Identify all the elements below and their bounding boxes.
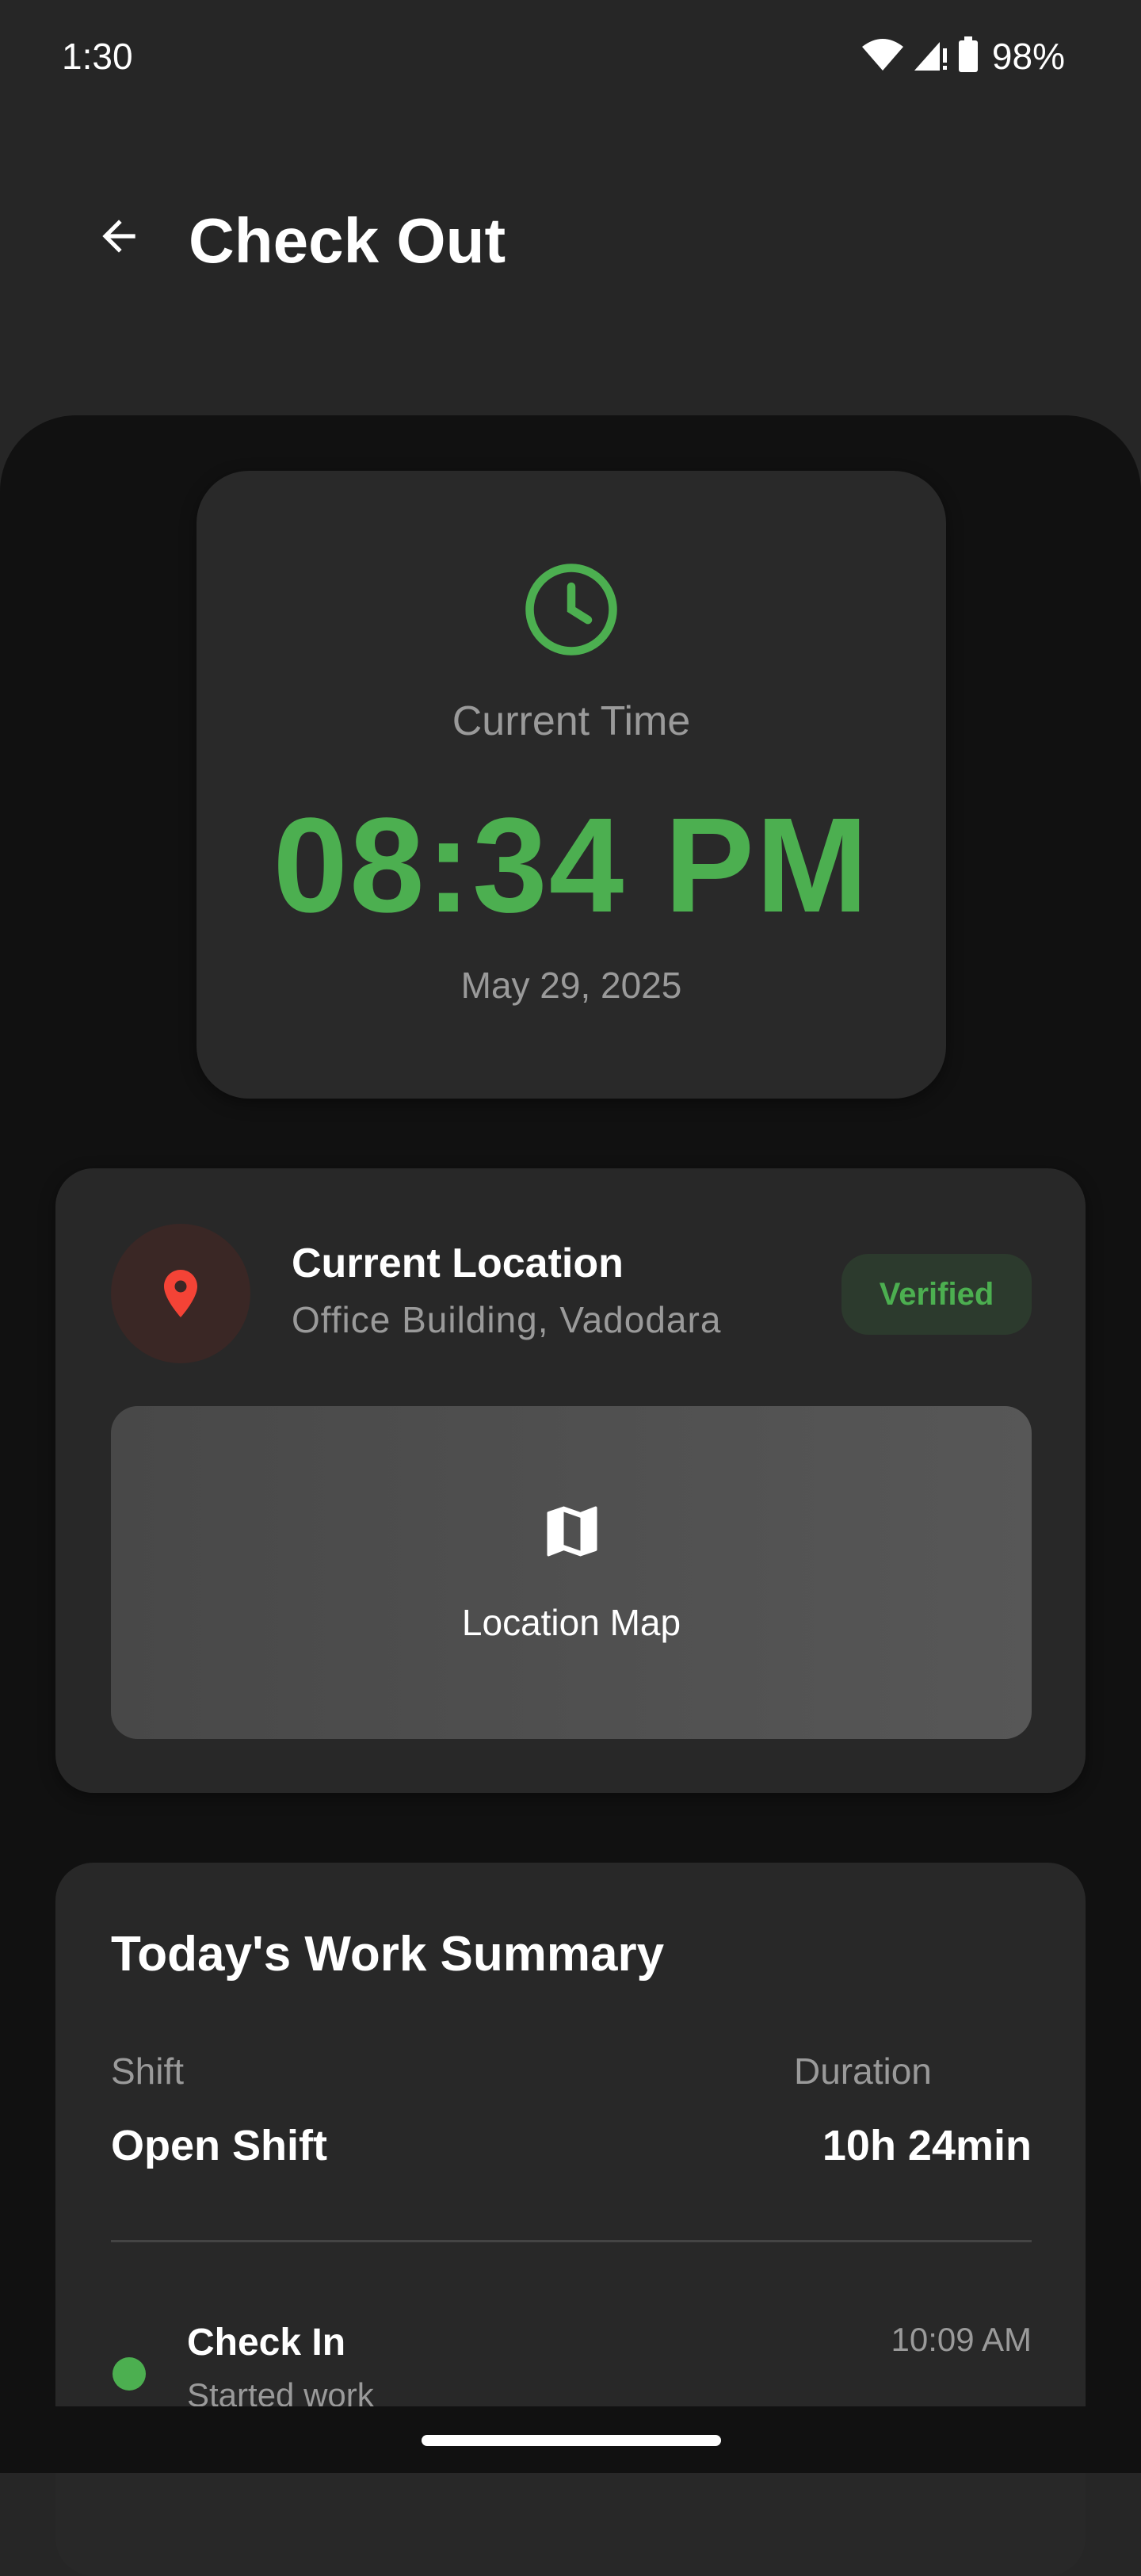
location-card: Current Location Office Building, Vadoda… bbox=[55, 1168, 1086, 1793]
current-date: May 29, 2025 bbox=[460, 965, 682, 1006]
page-title: Check Out bbox=[189, 205, 506, 276]
current-time-card: Current Time 08:34 PM May 29, 2025 bbox=[197, 471, 946, 1099]
location-icon-badge bbox=[111, 1224, 250, 1363]
battery-percent: 98% bbox=[991, 36, 1065, 77]
shift-label: Shift bbox=[111, 2050, 185, 2092]
system-nav-bar bbox=[0, 2406, 1141, 2473]
back-button[interactable] bbox=[87, 204, 151, 268]
app-bar: Check Out bbox=[0, 166, 1141, 309]
status-time: 1:30 bbox=[62, 36, 133, 77]
location-pin-icon bbox=[164, 1270, 197, 1317]
signal-icon bbox=[913, 37, 949, 76]
current-time-value: 08:34 PM bbox=[273, 790, 870, 941]
timeline-dot bbox=[113, 2357, 146, 2391]
location-title: Current Location bbox=[292, 1240, 624, 1286]
duration-label: Duration bbox=[794, 2050, 932, 2092]
status-icons: 98% bbox=[861, 35, 1065, 78]
map-label: Location Map bbox=[461, 1602, 681, 1643]
map-icon bbox=[547, 1506, 597, 1557]
timeline-item-title: Check In bbox=[187, 2322, 346, 2364]
summary-title: Today's Work Summary bbox=[111, 1927, 665, 1982]
home-indicator[interactable] bbox=[422, 2435, 721, 2446]
clock-icon bbox=[525, 564, 617, 655]
current-time-label: Current Time bbox=[452, 698, 691, 744]
battery-icon bbox=[957, 36, 979, 77]
location-address: Office Building, Vadodara bbox=[292, 1299, 722, 1340]
location-map[interactable]: Location Map bbox=[111, 1406, 1032, 1739]
divider bbox=[111, 2240, 1032, 2242]
wifi-icon bbox=[861, 37, 905, 76]
status-bar: 1:30 98% bbox=[0, 0, 1141, 111]
duration-value: 10h 24min bbox=[822, 2122, 1032, 2169]
timeline-item-time: 10:09 AM bbox=[891, 2321, 1032, 2358]
shift-value: Open Shift bbox=[111, 2122, 327, 2169]
verified-badge: Verified bbox=[841, 1254, 1032, 1335]
arrow-left-icon bbox=[102, 220, 135, 253]
